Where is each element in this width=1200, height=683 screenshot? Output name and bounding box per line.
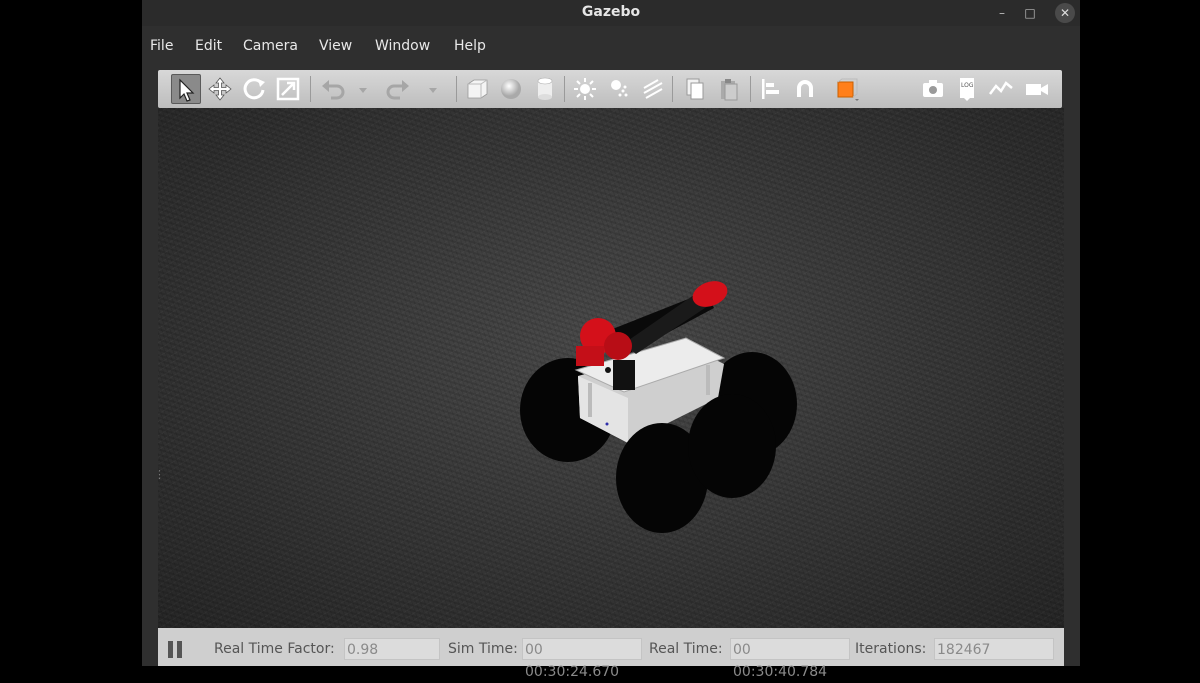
iterations-label: Iterations: <box>855 641 927 657</box>
sphere-icon[interactable] <box>496 74 526 104</box>
spot-light-icon[interactable] <box>604 74 634 104</box>
translate-icon[interactable] <box>205 74 235 104</box>
menu-camera[interactable]: Camera <box>243 38 298 54</box>
sim-time-label: Sim Time: <box>448 641 518 657</box>
undo-icon[interactable] <box>318 74 348 104</box>
status-bar: Real Time Factor: 0.98 Sim Time: 00 00:3… <box>158 628 1064 680</box>
point-light-icon[interactable] <box>570 74 600 104</box>
undo-dropdown-icon[interactable] <box>348 74 367 104</box>
wheel-front-right <box>688 394 776 498</box>
menu-view[interactable]: View <box>319 38 352 54</box>
rotate-icon[interactable] <box>239 74 269 104</box>
redo-dropdown-icon[interactable] <box>418 74 437 104</box>
align-icon[interactable] <box>756 74 786 104</box>
title-bar: Gazebo – □ ✕ <box>142 0 1080 26</box>
arm-base <box>613 360 635 390</box>
cylinder-icon[interactable] <box>530 74 560 104</box>
plot-icon[interactable] <box>986 74 1016 104</box>
log-icon[interactable]: LOG <box>952 74 982 104</box>
real-time-factor-value: 0.98 <box>344 638 440 660</box>
box-icon[interactable] <box>462 74 492 104</box>
real-time-value: 00 00:30:40.784 <box>730 638 850 680</box>
menu-file[interactable]: File <box>150 38 173 54</box>
snap-magnet-icon[interactable] <box>790 74 820 104</box>
view-angle-icon[interactable] <box>831 74 861 104</box>
toolbar: LOG <box>158 70 1062 108</box>
maximize-icon[interactable]: □ <box>1020 3 1040 23</box>
window-title: Gazebo <box>581 4 641 20</box>
menu-help[interactable]: Help <box>454 38 486 54</box>
left-panel-handle-icon[interactable]: ⋮ <box>158 468 165 498</box>
directional-light-icon[interactable] <box>638 74 668 104</box>
pause-icon[interactable] <box>168 641 184 658</box>
redo-icon[interactable] <box>383 74 413 104</box>
right-panel-handle-icon[interactable]: ⋮ <box>1060 468 1064 498</box>
minimize-icon[interactable]: – <box>992 3 1012 23</box>
menu-window[interactable]: Window <box>375 38 430 54</box>
menu-bar: File Edit Camera View Window Help <box>142 30 1080 62</box>
real-time-factor-label: Real Time Factor: <box>214 641 335 657</box>
close-icon[interactable]: ✕ <box>1055 3 1075 23</box>
scene-viewport[interactable]: ⋮ ⋮ <box>158 108 1064 628</box>
gazebo-window: Gazebo – □ ✕ File Edit Camera View Windo… <box>142 0 1080 680</box>
scale-icon[interactable] <box>273 74 303 104</box>
select-arrow-icon[interactable] <box>171 74 201 104</box>
real-time-label: Real Time: <box>649 641 723 657</box>
screenshot-icon[interactable] <box>918 74 948 104</box>
menu-edit[interactable]: Edit <box>195 38 222 54</box>
svg-text:LOG: LOG <box>961 82 974 89</box>
video-record-icon[interactable] <box>1022 74 1052 104</box>
copy-icon[interactable] <box>680 74 710 104</box>
iterations-value: 182467 <box>934 638 1054 660</box>
sim-time-value: 00 00:30:24.670 <box>522 638 642 680</box>
paste-icon[interactable] <box>714 74 744 104</box>
robot-model[interactable] <box>158 108 1064 628</box>
